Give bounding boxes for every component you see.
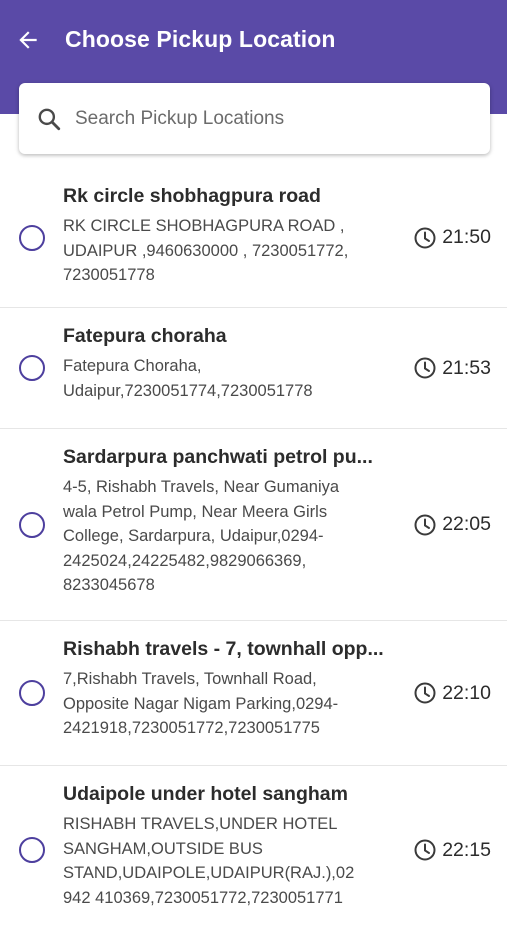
location-address: 4-5, Rishabh Travels, Near Gumaniya wala…: [63, 478, 340, 594]
clock-icon: [414, 227, 436, 248]
location-item[interactable]: Rk circle shobhagpura road RK CIRCLE SHO…: [0, 168, 507, 308]
location-name: Fatepura choraha: [63, 325, 227, 347]
pickup-time: 21:50: [413, 224, 491, 252]
search-icon: [38, 108, 61, 131]
pickup-time-value: 22:05: [442, 513, 491, 535]
radio-button[interactable]: [19, 837, 45, 863]
location-address: Fatepura Choraha, Udaipur,7230051774,723…: [63, 357, 313, 400]
location-item[interactable]: Rishabh travels - 7, townhall opp... 7,R…: [0, 621, 507, 766]
pickup-time: 21:53: [413, 354, 491, 382]
location-address: RK CIRCLE SHOBHAGPURA ROAD , UDAIPUR ,94…: [63, 217, 349, 284]
pickup-time-value: 21:50: [442, 226, 491, 248]
clock-icon: [414, 357, 436, 379]
pickup-time-value: 22:10: [442, 681, 491, 704]
radio-button[interactable]: [19, 355, 45, 381]
search-bar[interactable]: [19, 83, 490, 154]
location-name: Udaipole under hotel sangham: [63, 783, 348, 805]
radio-button[interactable]: [19, 224, 45, 251]
location-item[interactable]: Fatepura choraha Fatepura Choraha, Udaip…: [0, 308, 507, 429]
search-input[interactable]: [75, 101, 475, 137]
pickup-time: 22:10: [413, 679, 491, 707]
location-name: Rishabh travels - 7, townhall opp...: [63, 638, 384, 660]
pickup-time: 22:05: [413, 511, 491, 539]
radio-button[interactable]: [19, 511, 45, 538]
pickup-time: 22:15: [413, 836, 491, 864]
location-name: Rk circle shobhagpura road: [63, 185, 321, 207]
clock-icon: [414, 839, 436, 861]
pickup-time-value: 22:15: [442, 838, 491, 861]
location-name: Sardarpura panchwati petrol pu...: [63, 446, 373, 468]
pickup-time-value: 21:53: [442, 356, 491, 379]
arrow-left-icon: [19, 31, 37, 49]
radio-button[interactable]: [19, 680, 45, 706]
page-title: Choose Pickup Location: [65, 26, 336, 52]
location-item[interactable]: Udaipole under hotel sangham RISHABH TRA…: [0, 766, 507, 934]
location-item[interactable]: Sardarpura panchwati petrol pu... 4-5, R…: [0, 429, 507, 621]
clock-icon: [414, 514, 436, 535]
location-address: RISHABH TRAVELS,UNDER HOTEL SANGHAM,OUTS…: [63, 815, 355, 907]
location-address: 7,Rishabh Travels, Townhall Road, Opposi…: [63, 670, 339, 737]
pickup-location-list: Rk circle shobhagpura road RK CIRCLE SHO…: [0, 168, 507, 934]
back-button[interactable]: [10, 22, 46, 58]
clock-icon: [414, 682, 436, 704]
